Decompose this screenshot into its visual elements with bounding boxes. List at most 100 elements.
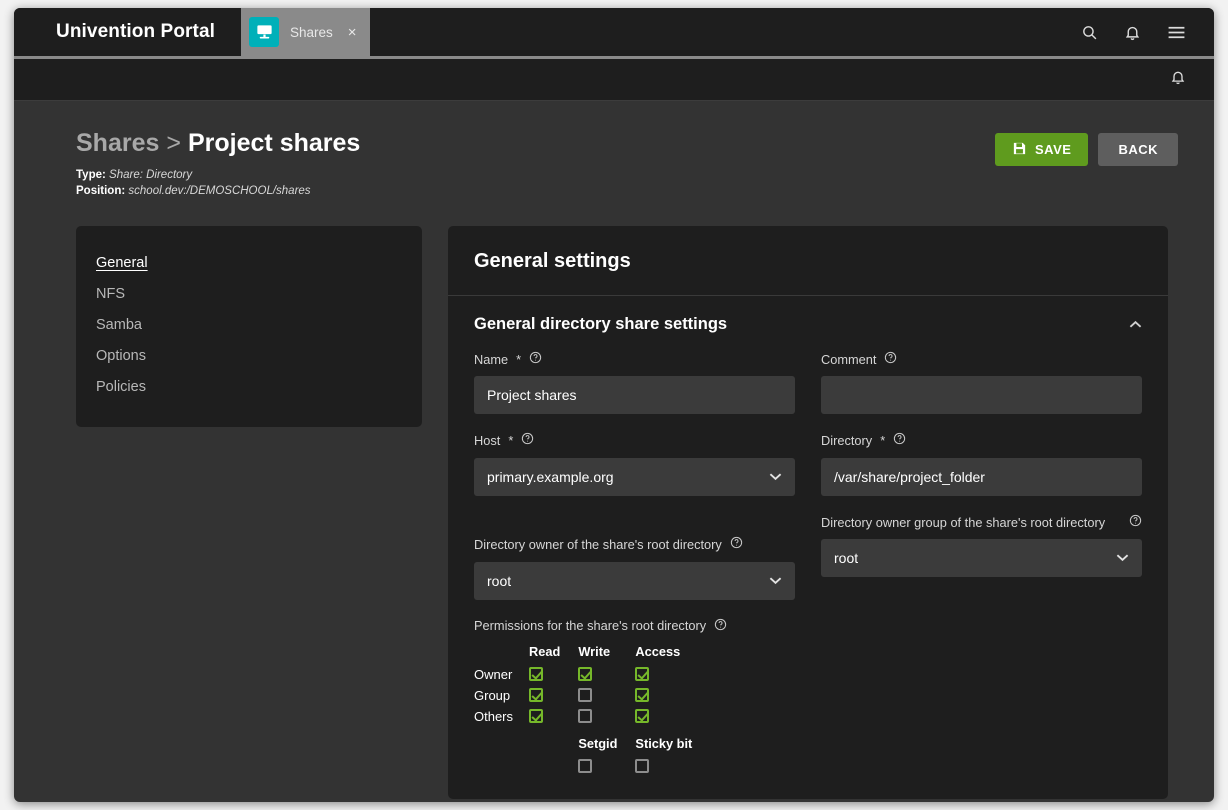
host-select[interactable]: primary.example.org (474, 457, 795, 496)
field-directory-label-text: Directory (821, 433, 873, 449)
breadcrumb-parent[interactable]: Shares (76, 129, 159, 157)
shares-monitor-icon (249, 17, 279, 47)
field-directory-owner-label: Directory owner of the share's root dire… (474, 514, 795, 554)
checkbox-owner-write[interactable] (578, 666, 593, 681)
help-circle-icon[interactable] (521, 432, 534, 449)
permissions-corner-cell (474, 644, 529, 664)
cell-owner-write (578, 664, 635, 685)
sidebar-item-policies[interactable]: Policies (76, 372, 422, 403)
field-comment: Comment (821, 351, 1142, 415)
directory-owner-group-select[interactable]: root (821, 538, 1142, 577)
page-title: Project shares (188, 129, 361, 157)
checkbox-group-read[interactable] (529, 687, 544, 702)
checkbox-owner-access[interactable] (635, 666, 650, 681)
sidebar-item-general[interactable]: General (76, 248, 422, 279)
column-header-setgid: Setgid (578, 735, 618, 751)
cell-group-write (578, 685, 635, 706)
checkbox-others-access[interactable] (635, 708, 650, 723)
directory-input[interactable] (821, 457, 1142, 496)
permissions-label-text: Permissions for the share's root directo… (474, 618, 707, 634)
row-label-owner: Owner (474, 666, 513, 682)
chevron-down-icon (769, 574, 782, 588)
checkbox-others-write[interactable] (578, 708, 593, 723)
chevron-down-icon (1116, 551, 1129, 565)
name-input[interactable] (474, 376, 795, 415)
metadata-type-label: Type: (76, 168, 106, 181)
field-directory: Directory * (821, 432, 1142, 496)
permissions-header-row: Read Write Access (474, 644, 710, 664)
section-title: General directory share settings (474, 315, 728, 334)
comment-input[interactable] (821, 376, 1142, 415)
top-header-bar: Univention Portal Shares × (14, 8, 1214, 59)
checkbox-sticky-bit[interactable] (635, 758, 650, 773)
metadata-position-value: school.dev:/DEMOSCHOOL/shares (128, 185, 311, 198)
directory-owner-select[interactable]: root (474, 561, 795, 600)
metadata-position-line: Position: school.dev:/DEMOSCHOOL/shares (76, 183, 995, 200)
form-row-owner: Directory owner of the share's root dire… (474, 514, 1142, 618)
tab-shares[interactable]: Shares × (241, 8, 370, 56)
field-host-label: Host * (474, 432, 795, 449)
cell-group-access (635, 685, 710, 706)
checkbox-setgid[interactable] (578, 758, 593, 773)
checkbox-owner-read[interactable] (529, 666, 544, 681)
sidebar-item-options[interactable]: Options (76, 341, 422, 372)
back-button-label: BACK (1118, 142, 1158, 157)
cell-sticky-bit (635, 756, 710, 777)
settings-sidebar: General NFS Samba Options Policies (76, 226, 422, 427)
field-comment-label: Comment (821, 351, 1142, 368)
field-directory-label: Directory * (821, 432, 1142, 449)
permissions-table: Read Write Access Owner Group Others Set… (474, 644, 710, 777)
field-host: Host * primary.example.org (474, 432, 795, 496)
page-body: General NFS Samba Options Policies Gener… (14, 200, 1214, 799)
sidebar-item-nfs[interactable]: NFS (76, 279, 422, 310)
sidebar-item-samba[interactable]: Samba (76, 310, 422, 341)
help-circle-icon[interactable] (714, 618, 727, 634)
permissions-extra-header-row: Setgid Sticky bit (474, 727, 710, 756)
cell-others-read (529, 706, 578, 727)
directory-owner-select-value: root (487, 572, 512, 589)
permissions-extra-spacer-cell (529, 727, 578, 756)
panel-title: General settings (448, 226, 1168, 297)
notifications-bell-icon[interactable] (1124, 24, 1141, 41)
checkbox-group-write[interactable] (578, 687, 593, 702)
search-icon[interactable] (1081, 24, 1098, 41)
page-header-text: Shares > Project shares Type: Share: Direc… (76, 129, 995, 200)
row-label-group: Group (474, 687, 511, 703)
help-circle-icon[interactable] (893, 432, 906, 449)
checkbox-group-access[interactable] (635, 687, 650, 702)
chevron-down-icon (769, 470, 782, 484)
object-metadata: Type: Share: Directory Position: school.… (76, 167, 995, 200)
help-circle-icon[interactable] (529, 351, 542, 368)
help-circle-icon[interactable] (730, 536, 743, 553)
form-row-host-directory: Host * primary.example.org Directory * /… (474, 432, 1142, 513)
section-header-general-directory-share[interactable]: General directory share settings (448, 296, 1168, 351)
page-action-buttons: SAVE BACK (995, 129, 1178, 166)
help-circle-icon[interactable] (884, 351, 897, 368)
cell-owner-access (635, 664, 710, 685)
notifications-bell-icon[interactable] (1170, 69, 1186, 90)
help-circle-icon[interactable] (1129, 514, 1142, 531)
save-disk-icon (1012, 141, 1027, 159)
table-row: Others (474, 706, 710, 727)
hamburger-menu-icon[interactable] (1167, 25, 1186, 40)
cell-others-write (578, 706, 635, 727)
back-button[interactable]: BACK (1098, 133, 1178, 166)
field-directory-owner-group-label-text: Directory owner group of the share's roo… (821, 514, 1106, 530)
required-marker: * (516, 352, 522, 368)
required-marker: * (508, 433, 514, 449)
field-name: Name * (474, 351, 795, 415)
field-directory-owner: Directory owner of the share's root dire… (474, 514, 795, 600)
tab-close-icon[interactable]: × (348, 25, 357, 40)
save-button[interactable]: SAVE (995, 133, 1089, 166)
save-button-label: SAVE (1035, 142, 1072, 157)
field-directory-owner-label-text: Directory owner of the share's root dire… (474, 537, 722, 553)
checkbox-others-read[interactable] (529, 708, 544, 723)
general-settings-panel: General settings General directory share… (448, 226, 1168, 799)
tab-label: Shares (290, 24, 333, 40)
directory-owner-group-select-value: root (834, 549, 859, 566)
cell-others-access (635, 706, 710, 727)
permissions-label: Permissions for the share's root directo… (474, 618, 1142, 634)
chevron-up-icon[interactable] (1129, 319, 1142, 331)
permissions-extra-spacer-cell-2 (529, 756, 578, 777)
